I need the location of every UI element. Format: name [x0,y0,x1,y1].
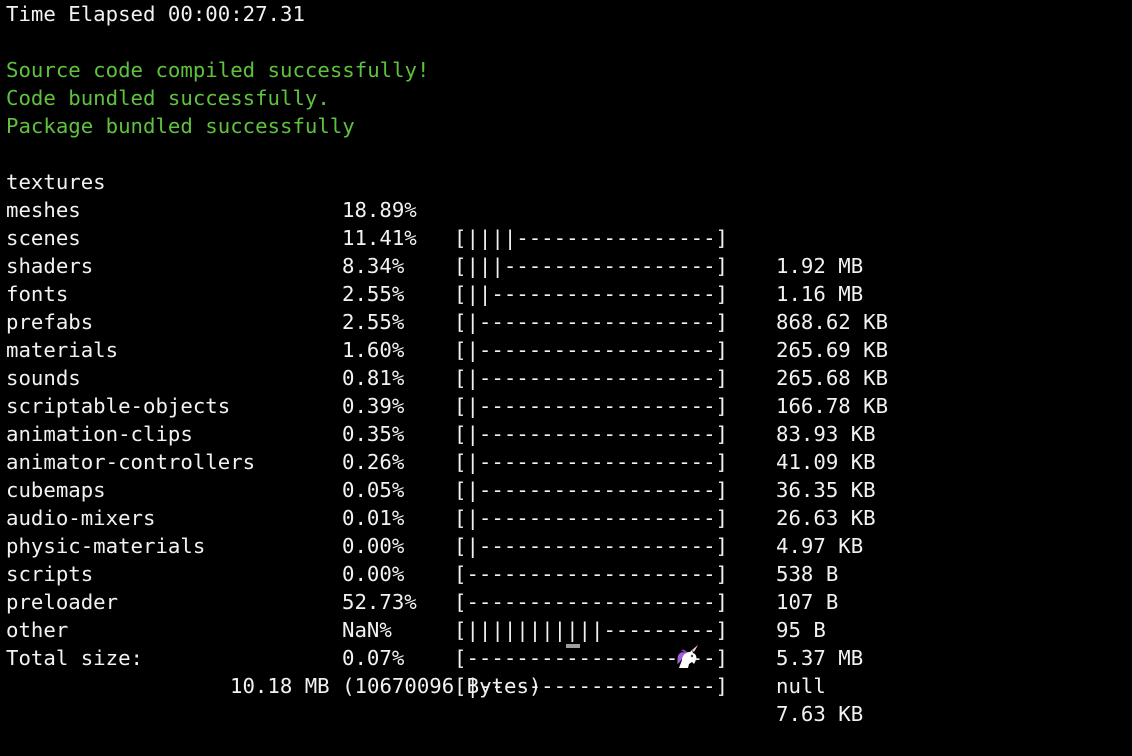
status-package-bundled: Package bundled successfully [6,114,355,138]
bundle-row: scripts 52.73% [|||||||||||---------] 5.… [6,532,1132,670]
time-elapsed: Time Elapsed 00:00:27.31 [6,2,305,26]
bundle-row: meshes 11.41% [|||-----------------] 1.1… [6,168,1132,306]
bundle-row: fonts 2.55% [|-------------------] 265.6… [6,252,1132,390]
row-size: 7.63 KB [776,702,864,726]
bundle-row: scenes 8.34% [||------------------] 868.… [6,196,1132,334]
bundle-row: prefabs 1.60% [|-------------------] 166… [6,280,1132,418]
bundle-row: sounds 0.39% [|-------------------] 41.0… [6,336,1132,474]
total-size-line: Total size: 10.18 MB (10670096 Bytes) [6,615,1132,698]
row-size: 5.37 MB [776,646,864,670]
bundle-row: physic-materials 0.00% [----------------… [6,504,1132,642]
bundle-row: scriptable-objects 0.35% [|-------------… [6,364,1132,502]
bundle-row: preloader NaN% [--------------------] nu… [6,560,1132,698]
bundle-row: cubemaps 0.01% [|-------------------] 53… [6,448,1132,586]
row-percent: 0.07% [342,646,405,670]
bundle-row: textures 18.89% [||||----------------] 1… [6,140,1132,278]
terminal-cursor [566,644,580,648]
unicorn-icon [598,615,698,668]
bundle-row: other 0.07% [|-------------------] 7.63 … [6,588,1132,726]
total-size-value: 10.18 MB (10670096 Bytes) [230,674,542,698]
status-compiled: Source code compiled successfully! [6,58,430,82]
bundle-row: materials 0.81% [|-------------------] 8… [6,308,1132,446]
row-size: null [776,674,826,698]
bundle-row: animator-controllers 0.05% [|-----------… [6,420,1132,558]
terminal-output: Time Elapsed 00:00:27.31 Source code com… [6,0,1132,726]
bundle-row: audio-mixers 0.00% [--------------------… [6,476,1132,614]
total-size-label: Total size: [6,646,144,670]
bundle-row: animation-clips 0.26% [|----------------… [6,392,1132,530]
status-code-bundled: Code bundled successfully. [6,86,330,110]
bundle-row: shaders 2.55% [|-------------------] 265… [6,224,1132,362]
